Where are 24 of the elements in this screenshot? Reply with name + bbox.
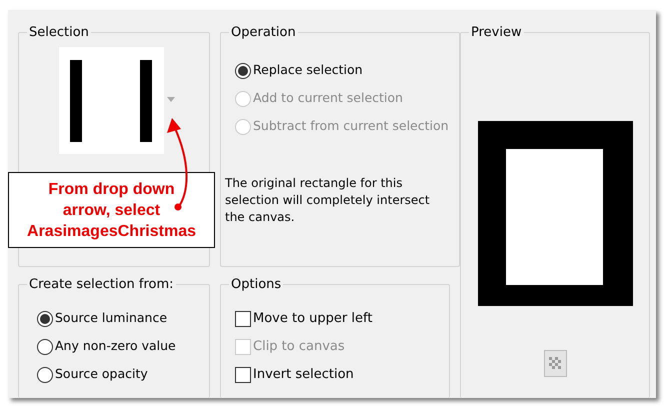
checkbox-label: Clip to canvas: [253, 338, 345, 356]
radio-label: Any non-zero value: [55, 337, 176, 356]
group-title: Preview: [470, 24, 523, 42]
radio-label: Source opacity: [55, 365, 148, 384]
group-title: Options: [230, 276, 282, 294]
group-title: Selection: [28, 24, 90, 42]
radio-button[interactable]: [37, 366, 53, 382]
group-title: Operation: [230, 24, 297, 42]
checkbox-label: Invert selection: [253, 366, 354, 384]
checkerboard-icon: [549, 357, 561, 369]
radio-button[interactable]: [235, 62, 251, 78]
checkbox[interactable]: [235, 310, 251, 326]
radio-label: Source luminance: [55, 309, 168, 328]
checkbox-label: Move to upper left: [253, 310, 372, 328]
radio-label: Add to current selection: [253, 89, 403, 108]
callout-text: From drop down arrow, select ArasimagesChristmas: [27, 180, 196, 242]
radio-label: Subtract from current selection: [253, 117, 449, 136]
info-text: The original rectangle for this selection will completely intersect the canvas.: [225, 174, 431, 226]
radio-button[interactable]: [37, 310, 53, 326]
group-title: Create selection from:: [28, 276, 175, 294]
radio-label: Replace selection: [253, 61, 363, 80]
checkbox[interactable]: [235, 366, 251, 382]
radio-button[interactable]: [37, 338, 53, 354]
transparency-toggle-button[interactable]: [544, 350, 566, 376]
